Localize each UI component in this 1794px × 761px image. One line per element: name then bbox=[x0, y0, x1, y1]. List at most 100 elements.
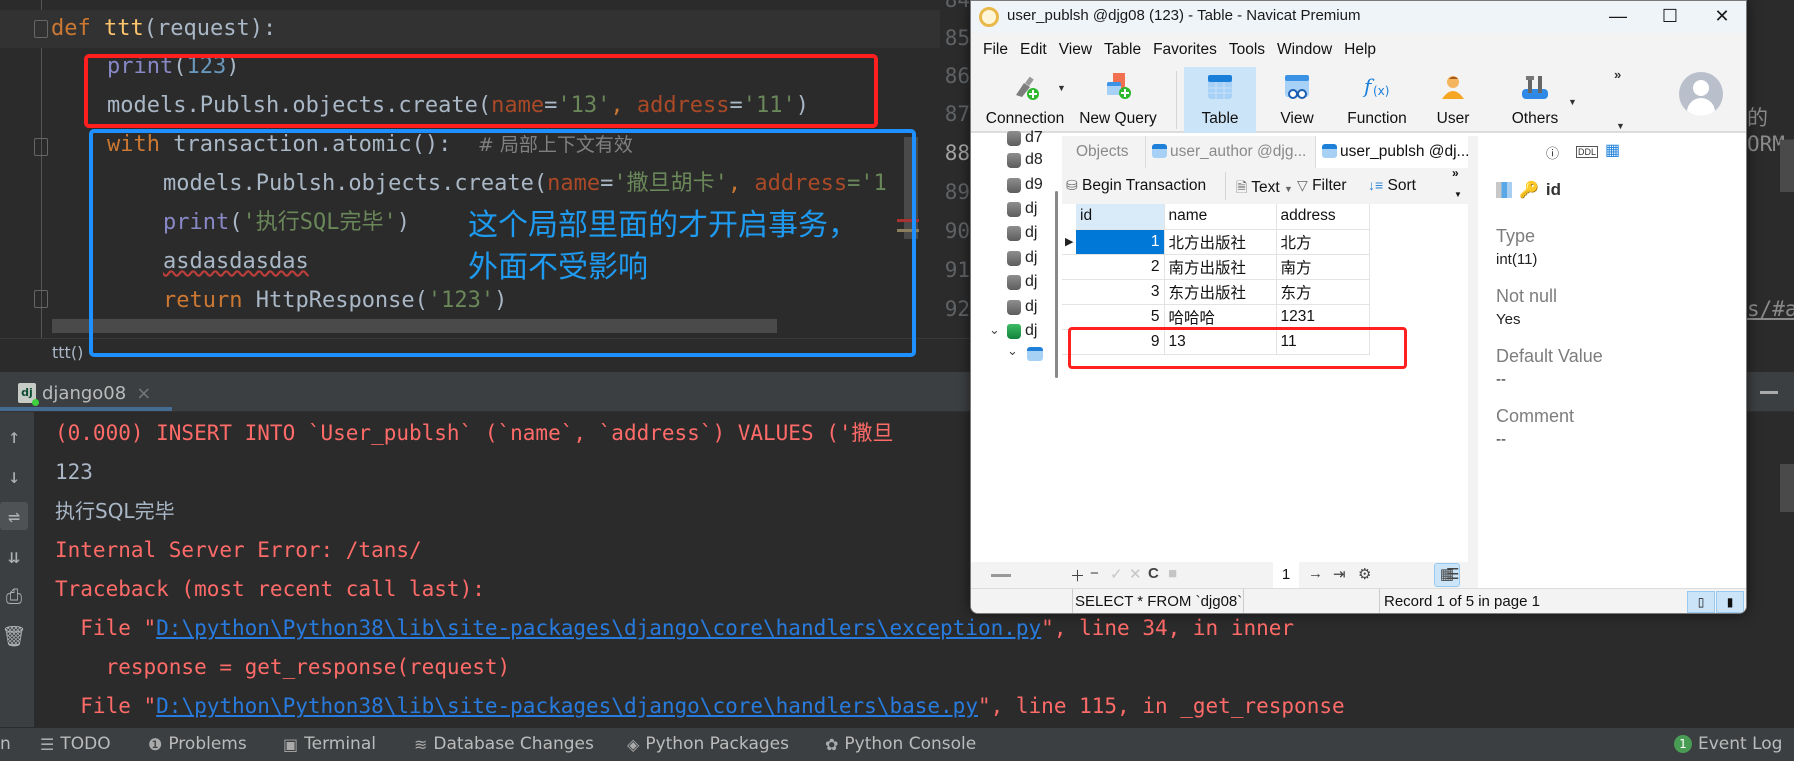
table-row[interactable]: 1 北方出版社 北方 bbox=[1076, 229, 1370, 255]
toggle-right-panel-icon[interactable]: ▮ bbox=[1716, 591, 1744, 613]
tool-window-run[interactable]: n bbox=[0, 734, 11, 754]
tool-window-event-log[interactable]: 1 Event Log bbox=[1674, 734, 1782, 754]
dropdown-arrow-icon[interactable]: ▼ bbox=[1454, 190, 1462, 199]
toolbar-overflow-icon[interactable]: » bbox=[1614, 67, 1621, 82]
code-line-def[interactable]: def ttt(request): bbox=[0, 10, 940, 48]
discard-changes-icon[interactable]: ✕ bbox=[1129, 565, 1142, 583]
info-icon[interactable]: ⓘ bbox=[1546, 143, 1559, 162]
tool-window-database-changes[interactable]: ≋ Database Changes bbox=[414, 734, 594, 754]
tree-item-database[interactable]: dj bbox=[1007, 296, 1037, 318]
tree-scrollbar[interactable] bbox=[1055, 191, 1058, 378]
tree-item-database-open[interactable]: dj bbox=[1007, 320, 1037, 342]
minimize-icon[interactable] bbox=[1760, 391, 1778, 394]
cell-name[interactable]: 哈哈哈 bbox=[1164, 304, 1277, 330]
cell-address[interactable]: 北方 bbox=[1276, 229, 1370, 255]
cell-id[interactable]: 1 bbox=[1076, 229, 1165, 255]
cell-id[interactable]: 2 bbox=[1076, 254, 1165, 280]
tab-user-publsh[interactable]: user_publsh @dj... bbox=[1316, 136, 1470, 168]
file-path-link[interactable]: D:\python\Python38\lib\site-packages\dja… bbox=[156, 694, 978, 718]
dropdown-arrow-icon[interactable]: ▼ bbox=[1057, 83, 1066, 93]
cell-id[interactable]: 5 bbox=[1076, 304, 1165, 330]
menu-window[interactable]: Window bbox=[1271, 41, 1338, 59]
connection-button[interactable]: Connection bbox=[979, 67, 1071, 133]
cell-name[interactable]: 南方出版社 bbox=[1164, 254, 1277, 280]
close-button[interactable]: ✕ bbox=[1696, 1, 1746, 33]
column-header-id[interactable]: id bbox=[1076, 204, 1165, 230]
trash-icon[interactable]: 🗑 bbox=[0, 622, 28, 650]
scroll-to-end-icon[interactable]: ⇊ bbox=[0, 542, 28, 570]
tool-window-python-packages[interactable]: ◈ Python Packages bbox=[627, 734, 789, 754]
cell-address[interactable]: 南方 bbox=[1276, 254, 1370, 280]
fold-collapse-icon[interactable] bbox=[34, 20, 48, 38]
settings-gear-icon[interactable]: ⚙ bbox=[1358, 565, 1371, 583]
table-row[interactable]: 5 哈哈哈 1231 bbox=[1076, 304, 1370, 330]
print-icon[interactable]: ⎙ bbox=[0, 582, 28, 610]
begin-transaction-button[interactable]: ⛁ Begin Transaction bbox=[1066, 177, 1206, 195]
maximize-button[interactable]: ☐ bbox=[1644, 1, 1696, 33]
delete-record-icon[interactable]: − bbox=[1090, 565, 1099, 582]
cell-address[interactable]: 1231 bbox=[1276, 304, 1370, 330]
data-grid[interactable]: ▶ id name address 1 北方出版社 北方 2 南方出版社 南方 … bbox=[1062, 204, 1458, 562]
cell-address[interactable]: 东方 bbox=[1276, 279, 1370, 305]
filter-button[interactable]: ▽ Filter bbox=[1297, 177, 1347, 195]
navigation-tree[interactable]: d7 d8 d9 dj dj dj dj dj ⌄ dj ⌄ bbox=[971, 129, 1047, 565]
column-header-name[interactable]: name bbox=[1164, 204, 1277, 230]
tree-item-database[interactable]: dj bbox=[1007, 247, 1037, 269]
chevron-down-icon[interactable]: ⌄ bbox=[989, 322, 1000, 338]
cell-name[interactable]: 东方出版社 bbox=[1164, 279, 1277, 305]
breadcrumb-function[interactable]: ttt() bbox=[52, 343, 83, 362]
column-header-address[interactable]: address bbox=[1276, 204, 1370, 230]
fold-expand-icon[interactable] bbox=[34, 290, 48, 308]
code-link-fragment[interactable]: s/#a bbox=[1747, 297, 1794, 321]
dropdown-arrow-icon[interactable]: ▼ bbox=[1616, 121, 1625, 131]
fold-collapse-icon[interactable] bbox=[34, 138, 48, 156]
others-button[interactable]: Others bbox=[1499, 67, 1571, 133]
add-record-icon[interactable]: ＋ bbox=[1070, 565, 1085, 586]
cell-name[interactable]: 北方出版社 bbox=[1164, 229, 1277, 255]
user-button[interactable]: User bbox=[1423, 67, 1483, 133]
table-row[interactable]: 3 东方出版社 东方 bbox=[1076, 279, 1370, 305]
menu-edit[interactable]: Edit bbox=[1014, 41, 1053, 59]
file-path-link[interactable]: D:\python\Python38\lib\site-packages\dja… bbox=[156, 616, 1041, 640]
arrow-down-icon[interactable]: ↓ bbox=[0, 462, 28, 490]
close-icon[interactable]: × bbox=[136, 383, 151, 404]
tool-window-problems[interactable]: ❶ Problems bbox=[148, 734, 247, 754]
vertical-scrollbar[interactable] bbox=[1780, 464, 1794, 512]
form-view-icon[interactable]: ☰ bbox=[1446, 565, 1459, 583]
tree-item-database[interactable]: dj bbox=[1007, 198, 1037, 220]
tool-window-python-console[interactable]: ✿ Python Console bbox=[825, 734, 976, 754]
tree-item-tables[interactable] bbox=[1027, 343, 1043, 365]
tool-window-terminal[interactable]: ▣ Terminal bbox=[283, 734, 376, 754]
next-page-icon[interactable]: → bbox=[1308, 565, 1323, 582]
menu-file[interactable]: File bbox=[977, 41, 1014, 59]
chevron-down-icon[interactable]: ⌄ bbox=[1007, 343, 1018, 359]
stop-icon[interactable]: ■ bbox=[1168, 565, 1177, 582]
vertical-scrollbar[interactable] bbox=[1780, 140, 1794, 192]
last-page-icon[interactable]: ⇥ bbox=[1333, 565, 1346, 583]
ddl-icon[interactable]: DDL bbox=[1576, 146, 1599, 158]
tree-item-database[interactable]: d7 bbox=[1007, 127, 1043, 149]
toggle-left-panel-icon[interactable]: ▯ bbox=[1687, 591, 1715, 613]
tab-objects[interactable]: Objects bbox=[1062, 136, 1146, 168]
dropdown-arrow-icon[interactable]: ▼ bbox=[1568, 97, 1577, 107]
apply-changes-icon[interactable]: ✓ bbox=[1110, 565, 1123, 583]
menu-help[interactable]: Help bbox=[1338, 41, 1382, 59]
table-button[interactable]: Table bbox=[1184, 67, 1256, 133]
new-query-button[interactable]: New Query bbox=[1075, 67, 1161, 133]
menu-tools[interactable]: Tools bbox=[1223, 41, 1271, 59]
page-number-input[interactable]: 1 bbox=[1273, 562, 1299, 588]
minimize-button[interactable]: — bbox=[1592, 1, 1644, 33]
toolbar-overflow-icon[interactable]: » bbox=[1452, 166, 1459, 180]
sort-button[interactable]: ↓≡ Sort bbox=[1368, 177, 1416, 195]
tree-item-database[interactable]: dj bbox=[1007, 222, 1037, 244]
table-row[interactable]: 2 南方出版社 南方 bbox=[1076, 254, 1370, 280]
tree-item-database[interactable]: d8 bbox=[1007, 149, 1043, 171]
tab-user-author[interactable]: user_author @djg... bbox=[1146, 136, 1316, 168]
tool-window-todo[interactable]: ☰ TODO bbox=[40, 734, 111, 754]
tree-item-database[interactable]: d9 bbox=[1007, 174, 1043, 196]
menu-view[interactable]: View bbox=[1053, 41, 1098, 59]
refresh-icon[interactable]: C bbox=[1148, 565, 1159, 582]
text-button[interactable]: 🗎 Text ▼ bbox=[1236, 177, 1293, 201]
cell-id[interactable]: 3 bbox=[1076, 279, 1165, 305]
field-list-icon[interactable]: ▦ bbox=[1605, 140, 1620, 160]
